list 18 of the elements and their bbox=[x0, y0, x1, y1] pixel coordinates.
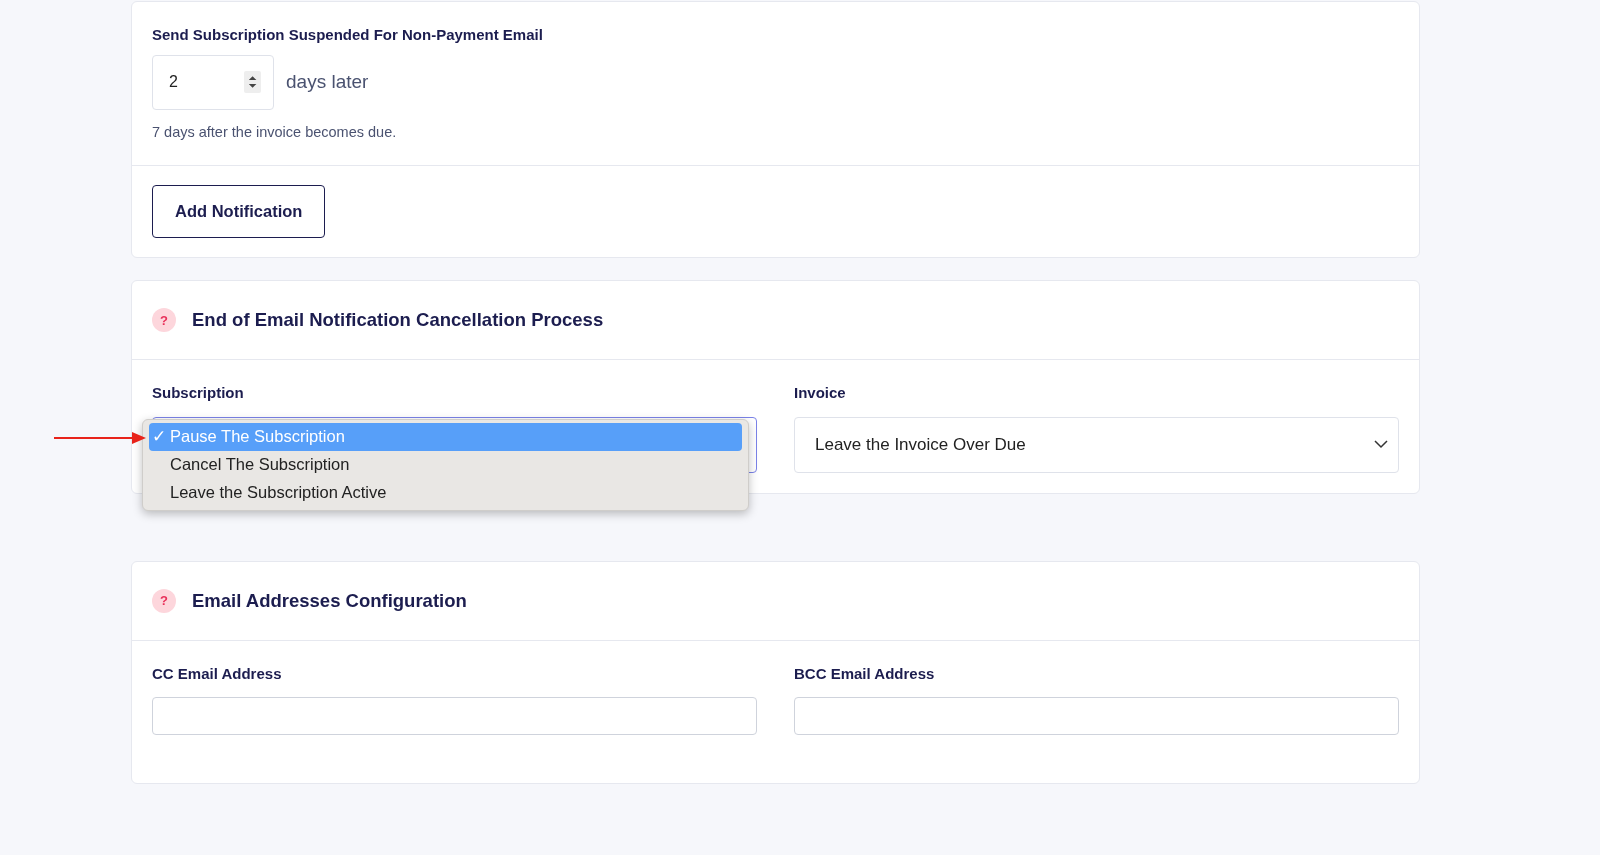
dropdown-option[interactable]: Cancel The Subscription bbox=[149, 450, 742, 479]
field-label: Send Subscription Suspended For Non-Payment Email bbox=[152, 25, 544, 45]
number-field[interactable]: 2 bbox=[152, 54, 274, 110]
invoice-select[interactable]: Leave the Invoice Over Due bbox=[794, 416, 1399, 473]
field-label: Invoice bbox=[794, 383, 847, 404]
chevron-down-icon bbox=[1374, 440, 1388, 450]
email-input-field[interactable] bbox=[152, 697, 757, 736]
dropdown-option[interactable]: Leave the Subscription Active bbox=[149, 478, 742, 507]
field-label: Subscription bbox=[152, 383, 245, 404]
add-notification-button[interactable]: Add Notification bbox=[152, 185, 326, 239]
section-title: End of Email Notification Cancellation Process bbox=[192, 308, 604, 333]
email-input-field[interactable] bbox=[794, 697, 1399, 736]
field-label: BCC Email Address bbox=[794, 663, 936, 684]
field-label: CC Email Address bbox=[152, 663, 283, 684]
spinner-arrows-icon[interactable] bbox=[243, 71, 261, 93]
section-title: Email Addresses Configuration bbox=[192, 588, 467, 613]
help-text: 7 days after the invoice becomes due. bbox=[152, 122, 398, 142]
unit-text: days later bbox=[286, 69, 369, 94]
